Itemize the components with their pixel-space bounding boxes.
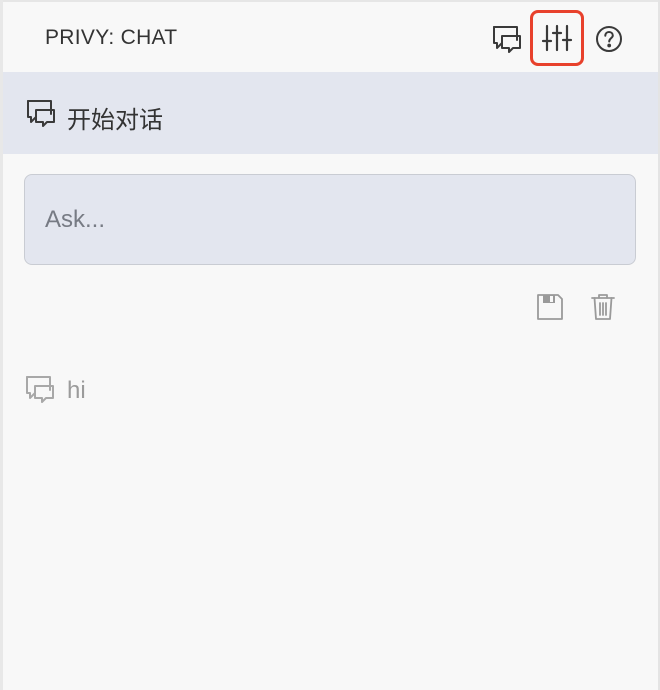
trash-icon: [591, 294, 615, 320]
conversation-item[interactable]: hi: [24, 372, 324, 408]
sliders-icon: [541, 24, 573, 52]
new-chat-button[interactable]: [484, 16, 530, 62]
help-circle-icon: [596, 26, 622, 52]
settings-sliders-button[interactable]: [530, 10, 584, 66]
chat-bubbles-icon: [25, 98, 57, 133]
save-button[interactable]: [533, 290, 567, 324]
save-icon: [537, 294, 563, 320]
panel-header: PRIVY: CHAT: [3, 2, 658, 72]
help-button[interactable]: [586, 16, 632, 62]
ask-input[interactable]: [24, 174, 636, 265]
privy-chat-panel: PRIVY: CHAT 开始对话 Ask... hi: [0, 0, 660, 690]
delete-button[interactable]: [586, 290, 620, 324]
start-conversation-section[interactable]: 开始对话: [3, 72, 658, 154]
new-chat-icon: [493, 26, 521, 53]
conversation-label: hi: [67, 377, 86, 404]
chat-bubbles-icon: [24, 374, 56, 409]
section-label: 开始对话: [67, 107, 163, 134]
panel-title: PRIVY: CHAT: [45, 26, 178, 49]
